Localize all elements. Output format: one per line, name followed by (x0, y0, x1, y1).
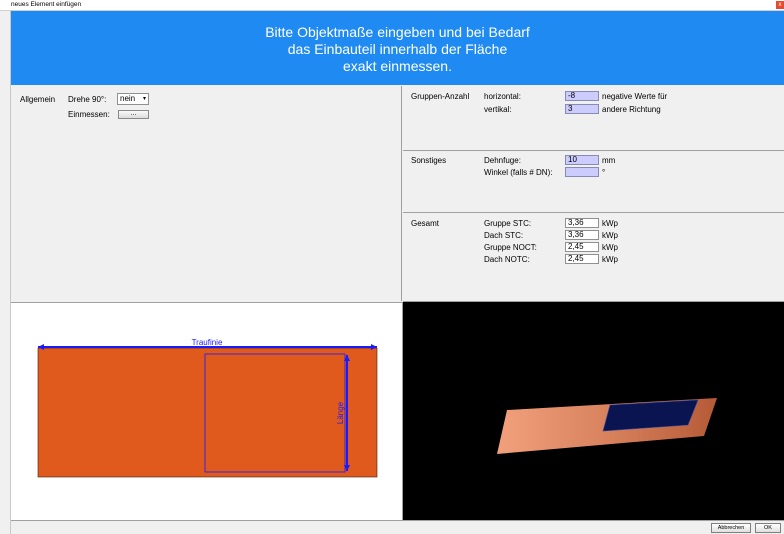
gesamt-section-label: Gesamt (411, 219, 440, 228)
dialog-window: neues Element einfügen x Bitte Objektmaß… (0, 0, 784, 534)
gruppe-stc-value: 3,36 (565, 218, 599, 228)
dehnfuge-label: Dehnfuge: (484, 156, 521, 165)
allgemein-panel: Allgemein Drehe 90°: nein ▾ Einmessen: .… (11, 86, 402, 301)
close-icon[interactable]: x (776, 1, 784, 9)
traufe-label: Traufinie (192, 338, 223, 347)
dach-notc-unit: kWp (602, 255, 618, 264)
banner-line-1: Bitte Objektmaße eingeben und bei Bedarf (265, 24, 530, 40)
dehnfuge-input[interactable]: 10 (565, 155, 599, 165)
roof-3d-view[interactable] (403, 302, 784, 520)
drehe-select[interactable]: nein ▾ (117, 93, 149, 105)
horizontal-input[interactable]: -8 (565, 91, 599, 101)
dach-notc-value: 2,45 (565, 254, 599, 264)
dach-stc-label: Dach STC: (484, 231, 524, 240)
roof-area (37, 347, 378, 478)
chevron-down-icon: ▾ (142, 96, 146, 102)
ok-button[interactable]: OK (755, 523, 781, 533)
sonstiges-panel: Sonstiges Dehnfuge: 10 mm Winkel (falls … (403, 151, 784, 213)
note-line-1: negative Werte für (602, 92, 668, 101)
einmessen-label: Einmessen: (68, 110, 110, 119)
dehnfuge-unit: mm (602, 156, 616, 165)
banner-line-3: exakt einmessen. (343, 58, 452, 74)
winkel-label: Winkel (falls # DN): (484, 168, 553, 177)
dach-stc-unit: kWp (602, 231, 618, 240)
sonstiges-section-label: Sonstiges (411, 156, 447, 165)
drehe-label: Drehe 90°: (68, 95, 107, 104)
instruction-banner: Bitte Objektmaße eingeben und bei Bedarf… (11, 11, 784, 85)
winkel-input[interactable] (565, 167, 599, 177)
gruppen-panel: Gruppen-Anzahl horizontal: -8 negative W… (403, 86, 784, 151)
gruppe-noct-label: Gruppe NOCT: (484, 243, 537, 252)
horizontal-label: horizontal: (484, 92, 521, 101)
einmessen-button[interactable]: ... (118, 110, 149, 119)
vertikal-label: vertikal: (484, 105, 512, 114)
title-bar: neues Element einfügen x (0, 0, 784, 11)
gruppen-section-label: Gruppen-Anzahl (411, 92, 470, 101)
gruppe-stc-label: Gruppe STC: (484, 219, 532, 228)
note-line-2: andere Richtung (602, 105, 661, 114)
dach-stc-value: 3,36 (565, 230, 599, 240)
roof-3d-canvas (497, 398, 717, 454)
drehe-select-value: nein (120, 94, 136, 103)
winkel-unit: ° (602, 168, 606, 177)
roof-2d-canvas: Traufinie Länge (37, 338, 378, 478)
dach-notc-label: Dach NOTC: (484, 255, 530, 264)
gesamt-panel: Gesamt Gruppe STC: 3,36 kWp Dach STC: 3,… (403, 213, 784, 302)
window-title: neues Element einfügen (11, 1, 82, 8)
gruppe-stc-unit: kWp (602, 219, 618, 228)
laenge-label: Länge (336, 401, 345, 424)
footer-bar: Abbrechen OK (11, 520, 784, 534)
vertikal-input[interactable]: 3 (565, 104, 599, 114)
gruppe-noct-unit: kWp (602, 243, 618, 252)
gruppe-noct-value: 2,45 (565, 242, 599, 252)
roof-2d-view[interactable]: Traufinie Länge (11, 302, 403, 520)
cancel-button[interactable]: Abbrechen (711, 523, 751, 533)
banner-line-2: das Einbauteil innerhalb der Fläche (287, 41, 508, 57)
allgemein-section-label: Allgemein (20, 95, 56, 104)
left-strip (0, 11, 11, 534)
